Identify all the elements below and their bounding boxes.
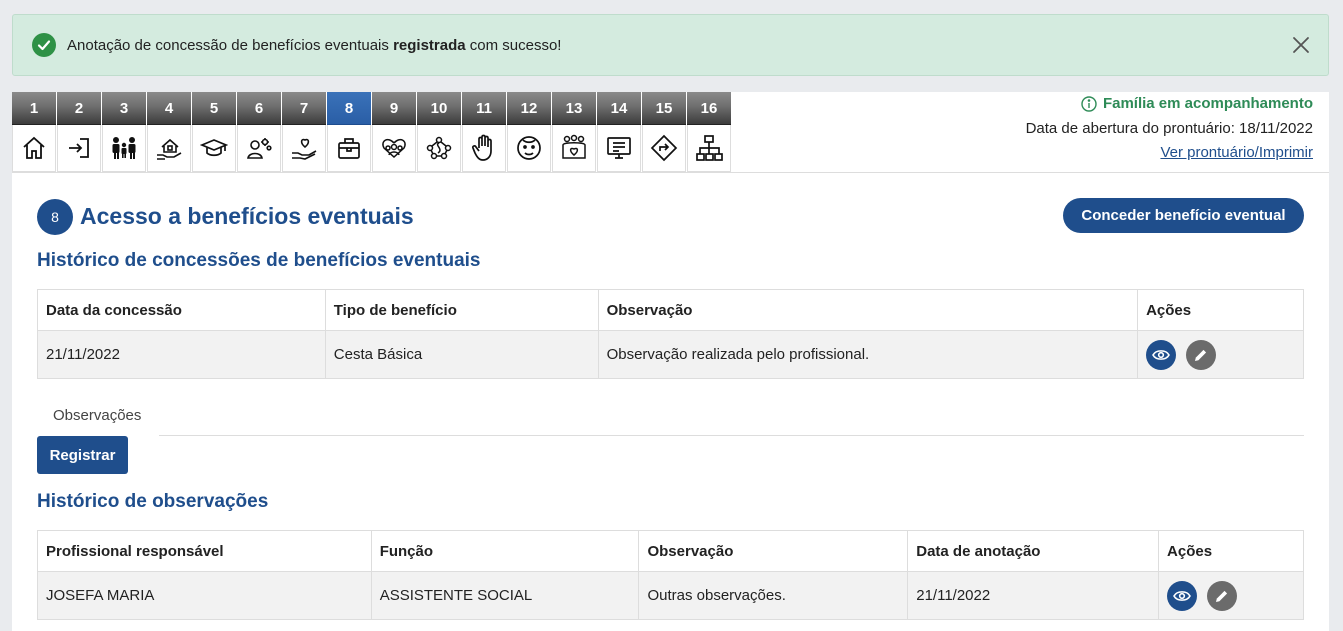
actions-cell (1137, 330, 1304, 379)
tab-number: 3 (102, 92, 146, 125)
family-status: Família em acompanhamento (1081, 95, 1313, 112)
table-cell: JOSEFA MARIA (37, 571, 372, 620)
observations-table: Profissional responsável Função Observaç… (37, 530, 1304, 620)
tab-number: 7 (282, 92, 326, 125)
tab-number: 14 (597, 92, 641, 125)
register-button[interactable]: Registrar (37, 436, 128, 474)
actions-cell (1158, 571, 1304, 620)
tab-1[interactable]: 1 (12, 92, 57, 172)
column-header: Data da concessão (37, 289, 326, 331)
tab-5[interactable]: 5 (192, 92, 237, 172)
tab-number: 8 (327, 92, 371, 125)
page-title: Acesso a benefícios eventuais (80, 203, 414, 229)
table-header-row: Data da concessão Tipo de benefício Obse… (37, 289, 1304, 331)
tab-number: 13 (552, 92, 596, 125)
table-cell: 21/11/2022 (907, 571, 1160, 620)
briefcase-icon (327, 125, 371, 172)
column-header: Observação (638, 530, 909, 572)
main-panel: 8 Acesso a benefícios eventuais Conceder… (12, 172, 1329, 631)
tab-2[interactable]: 2 (57, 92, 102, 172)
tab-9[interactable]: 9 (372, 92, 417, 172)
column-header: Ações (1137, 289, 1304, 331)
grant-benefit-button[interactable]: Conceder benefício eventual (1063, 198, 1304, 233)
edit-button[interactable] (1207, 580, 1238, 611)
face-icon (507, 125, 551, 172)
tab-14[interactable]: 14 (597, 92, 642, 172)
column-header: Profissional responsável (37, 530, 372, 572)
table-row: JOSEFA MARIA ASSISTENTE SOCIAL Outras ob… (37, 571, 1304, 620)
home-icon (12, 125, 56, 172)
tab-number: 6 (237, 92, 281, 125)
table-cell: Cesta Básica (324, 330, 599, 379)
pencil-icon (1195, 349, 1207, 361)
table-header-row: Profissional responsável Função Observaç… (37, 530, 1304, 572)
tab-number: 2 (57, 92, 101, 125)
opening-date: Data de abertura do prontuário: 18/11/20… (1025, 120, 1313, 137)
group-heart-icon (372, 125, 416, 172)
family-info: Família em acompanhamento Data de abertu… (731, 92, 1329, 172)
check-circle-icon (32, 33, 56, 57)
tab-4[interactable]: 4 (147, 92, 192, 172)
tab-number: 16 (687, 92, 731, 125)
graduation-cap-icon (192, 125, 236, 172)
network-people-icon (417, 125, 461, 172)
column-header: Tipo de benefício (324, 289, 599, 331)
step-tabs: 1 2 3 4 5 6 7 8 9 10 11 12 13 14 15 16 (12, 92, 732, 172)
house-hand-icon (147, 125, 191, 172)
edit-button[interactable] (1186, 339, 1217, 370)
table-cell: ASSISTENTE SOCIAL (370, 571, 640, 620)
tab-8[interactable]: 8 (327, 92, 372, 172)
tab-3[interactable]: 3 (102, 92, 147, 172)
tab-number: 10 (417, 92, 461, 125)
view-button[interactable] (1146, 339, 1177, 370)
tab-6[interactable]: 6 (237, 92, 282, 172)
tab-number: 11 (462, 92, 506, 125)
view-record-link[interactable]: Ver prontuário/Imprimir (1160, 144, 1313, 161)
login-icon (57, 125, 101, 172)
tab-number: 4 (147, 92, 191, 125)
tab-number: 9 (372, 92, 416, 125)
column-header: Observação (597, 289, 1139, 331)
column-header: Função (370, 530, 640, 572)
column-header: Data de anotação (907, 530, 1160, 572)
community-heart-icon (552, 125, 596, 172)
close-icon[interactable] (1290, 34, 1312, 56)
tab-number: 5 (192, 92, 236, 125)
section-number: 8 (37, 199, 73, 235)
tab-15[interactable]: 15 (642, 92, 687, 172)
monitor-document-icon (597, 125, 641, 172)
concessions-table: Data da concessão Tipo de benefício Obse… (37, 289, 1304, 379)
tab-divider (159, 435, 1304, 436)
table-cell: Outras observações. (638, 571, 909, 620)
tab-13[interactable]: 13 (552, 92, 597, 172)
table-row: 21/11/2022 Cesta Básica Observação reali… (37, 330, 1304, 379)
table-cell: 21/11/2022 (37, 330, 326, 379)
tab-number: 15 (642, 92, 686, 125)
tab-number: 12 (507, 92, 551, 125)
pencil-icon (1216, 590, 1228, 602)
hierarchy-icon (687, 125, 731, 172)
tab-number: 1 (12, 92, 56, 125)
eye-icon (1173, 590, 1191, 601)
eye-icon (1152, 349, 1170, 360)
tab-12[interactable]: 12 (507, 92, 552, 172)
alert-message: Anotação de concessão de benefícios even… (67, 36, 562, 54)
hand-heart-icon (282, 125, 326, 172)
concessions-history-title: Histórico de concessões de benefícios ev… (37, 250, 481, 271)
info-icon (1081, 95, 1097, 112)
view-button[interactable] (1167, 580, 1198, 611)
column-header: Ações (1158, 530, 1304, 572)
observations-history-title: Histórico de observações (37, 491, 269, 512)
tab-7[interactable]: 7 (282, 92, 327, 172)
tab-10[interactable]: 10 (417, 92, 462, 172)
hand-stop-icon (462, 125, 506, 172)
direction-sign-icon (642, 125, 686, 172)
family-icon (102, 125, 146, 172)
tab-observations[interactable]: Observações (53, 407, 141, 424)
tab-16[interactable]: 16 (687, 92, 732, 172)
table-cell: Observação realizada pelo profissional. (597, 330, 1139, 379)
person-gears-icon (237, 125, 281, 172)
tab-11[interactable]: 11 (462, 92, 507, 172)
success-alert: Anotação de concessão de benefícios even… (12, 14, 1329, 76)
